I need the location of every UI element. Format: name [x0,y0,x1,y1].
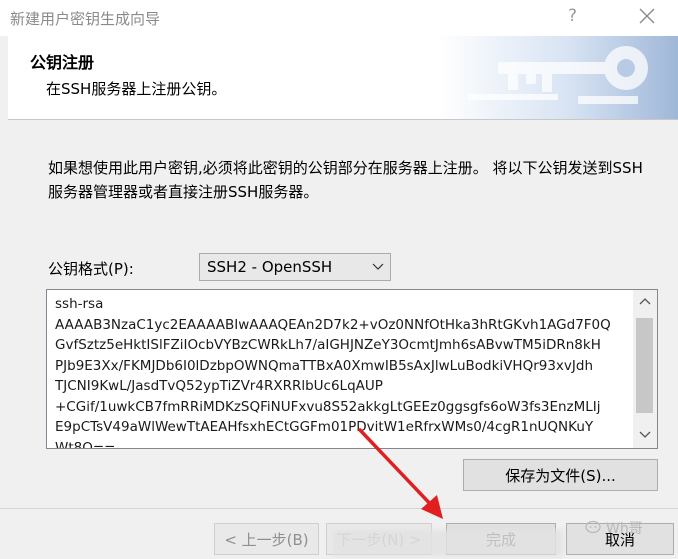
public-key-text[interactable]: ssh-rsa AAAAB3NzaC1yc2EAAAABIwAAAQEAn2D7… [55,294,627,449]
back-button[interactable]: < 上一步(B) [214,523,319,555]
public-key-format-label: 公钥格式(P): [48,260,134,278]
scrollbar-thumb[interactable] [636,318,653,413]
public-key-textarea[interactable]: ssh-rsa AAAAB3NzaC1yc2EAAAABIwAAAQEAn2D7… [46,289,658,449]
header-divider [8,119,678,120]
title-bar: 新建用户密钥生成向导 ? [0,0,678,36]
close-icon[interactable] [635,4,659,28]
public-key-line: AAAAB3NzaC1yc2EAAAABIwAAAQEAn2D7k2+vOz0N… [55,316,611,333]
public-key-line: +CGif/1uwkCB7fmRRiMDKzSQFiNUFxvu8S52akkg… [55,398,601,415]
chat-bubble-icon [585,520,601,534]
public-key-line: Wt8O== [55,439,116,449]
public-key-line: GvfSztz5eHktISlFZiIOcbVYBzCWRkLh7/aIGHJN… [55,337,601,353]
public-key-format-select[interactable]: SSH2 - OpenSSH [199,253,391,281]
chevron-down-icon [372,263,384,270]
watermark-text: Wh哥 [606,521,643,537]
public-key-line: TJCNI9KwL/JasdTvQ52ypTiZVr4RXRRlbUc6LqAU… [55,378,383,394]
page-subtitle: 在SSH服务器上注册公钥。 [46,80,227,98]
watermark: Wh哥 [585,518,643,538]
instructions-text: 如果想使用此用户密钥,必须将此密钥的公钥部分在服务器上注册。 将以下公钥发送到S… [48,159,643,201]
wizard-header: 公钥注册 在SSH服务器上注册公钥。 [8,36,678,119]
public-key-line: PJb9E3Xx/FKMJDb6I0lDzbpOWNQmaTTBxA0XmwIB… [55,357,594,374]
window-title: 新建用户密钥生成向导 [10,10,161,28]
public-key-line: E9pCTsV49aWlWewTtAEAHfsxhECtGGFm01PDvitW… [55,419,594,435]
footer-divider [0,508,678,509]
vertical-scrollbar[interactable] [633,290,657,448]
public-key-line: ssh-rsa [55,296,104,312]
scroll-up-icon[interactable] [639,296,651,306]
save-as-file-button[interactable]: 保存为文件(S)... [463,459,658,491]
key-banner-icon [438,36,678,119]
blurred-overlay [333,530,563,556]
page-title: 公钥注册 [30,53,95,72]
public-key-format-value: SSH2 - OpenSSH [207,258,333,276]
annotation-arrow-icon [358,428,443,519]
help-button[interactable]: ? [568,6,577,26]
scroll-down-icon[interactable] [639,430,651,440]
